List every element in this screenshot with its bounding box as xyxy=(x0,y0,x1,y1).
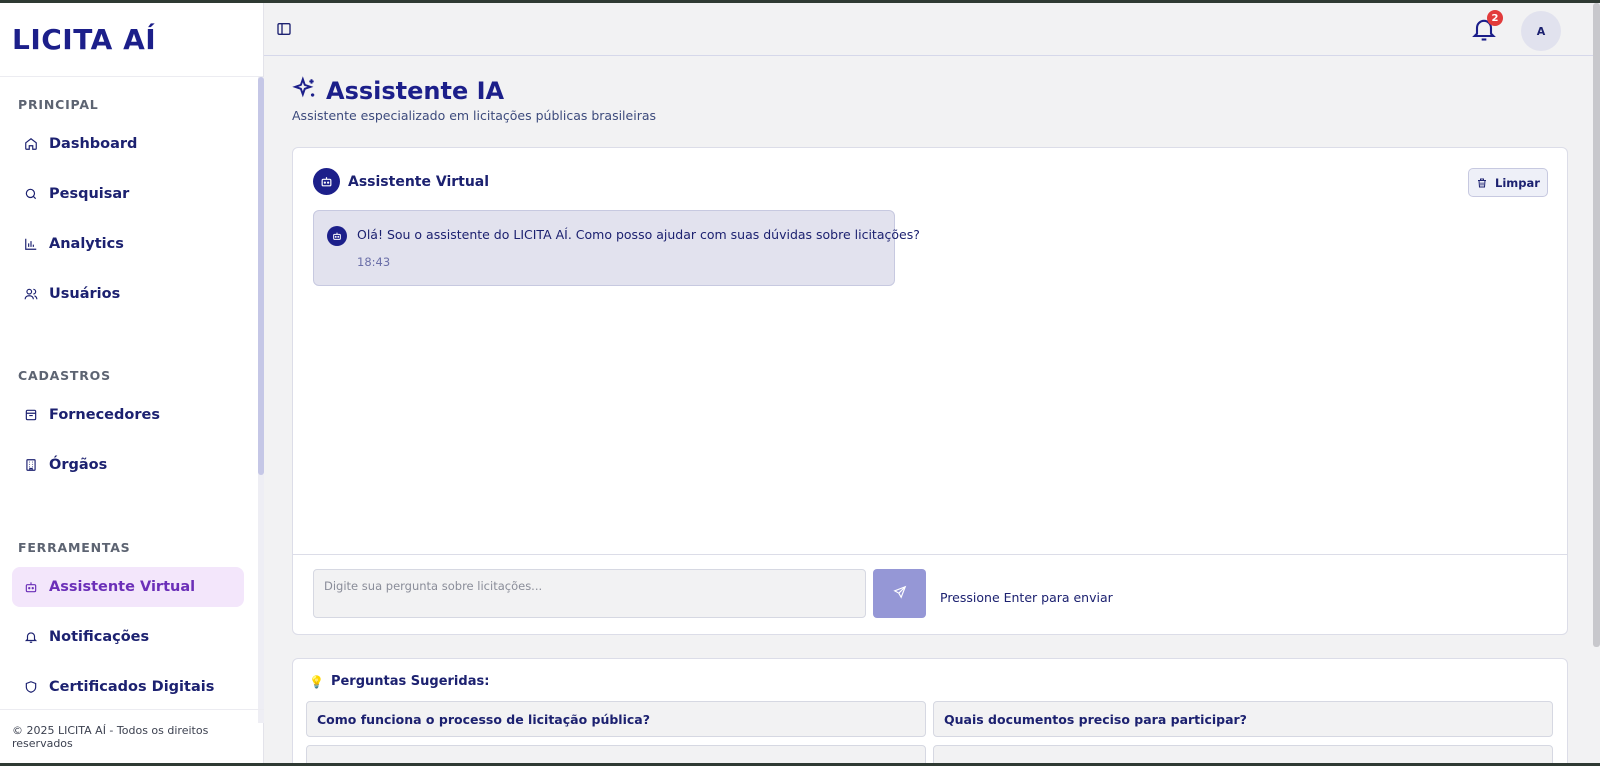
chat-card: Assistente Virtual Limpar Olá! Sou o ass… xyxy=(292,147,1568,635)
sidebar-scrollbar[interactable] xyxy=(258,77,264,475)
sidebar: LICITA AÍ PRINCIPAL Dashboard Pesquisar … xyxy=(0,3,264,763)
sidebar-item-assistente-virtual[interactable]: Assistente Virtual xyxy=(12,567,244,607)
message-time: 18:43 xyxy=(357,255,391,269)
send-hint: Pressione Enter para enviar xyxy=(940,590,1113,605)
sidebar-item-label: Assistente Virtual xyxy=(49,579,196,595)
suggestion-button[interactable] xyxy=(933,745,1553,763)
brand-name: LICITA AÍ xyxy=(12,23,157,56)
message-bot-icon xyxy=(327,226,347,246)
clear-button-label: Limpar xyxy=(1495,175,1540,190)
sparkles-icon xyxy=(292,76,318,106)
suggestion-button[interactable]: Como funciona o processo de licitação pú… xyxy=(306,701,926,737)
users-icon xyxy=(24,287,38,301)
section-title-principal: PRINCIPAL xyxy=(18,97,99,112)
bot-avatar-icon xyxy=(313,168,340,195)
message-text: Olá! Sou o assistente do LICITA AÍ. Como… xyxy=(357,227,920,242)
shield-icon xyxy=(24,680,38,694)
bot-icon xyxy=(24,580,38,594)
sidebar-toggle-icon[interactable] xyxy=(276,21,292,37)
sidebar-item-label: Pesquisar xyxy=(49,186,130,202)
search-icon xyxy=(24,187,38,201)
chat-title: Assistente Virtual xyxy=(348,173,490,190)
sidebar-item-orgaos[interactable]: Órgãos xyxy=(12,445,244,485)
notification-badge: 2 xyxy=(1487,10,1503,26)
clear-chat-button[interactable]: Limpar xyxy=(1468,168,1548,197)
sidebar-item-certificados-digitais[interactable]: Certificados Digitais xyxy=(12,667,244,707)
brand-logo[interactable]: LICITA AÍ xyxy=(0,3,263,77)
page-scrollbar[interactable] xyxy=(1593,3,1600,647)
sidebar-item-label: Órgãos xyxy=(49,457,108,473)
page-title: Assistente IA xyxy=(326,77,505,105)
assistant-message: Olá! Sou o assistente do LICITA AÍ. Como… xyxy=(313,210,920,286)
send-icon xyxy=(892,584,907,603)
chat-header: Assistente Virtual xyxy=(313,168,489,195)
lightbulb-icon: 💡 xyxy=(309,674,324,689)
sidebar-item-dashboard[interactable]: Dashboard xyxy=(12,124,244,164)
section-title-ferramentas: FERRAMENTAS xyxy=(18,540,131,555)
sidebar-item-label: Dashboard xyxy=(49,136,138,152)
sidebar-item-label: Fornecedores xyxy=(49,407,160,423)
top-header: 2 A xyxy=(264,3,1600,56)
suggestion-button[interactable]: Quais documentos preciso para participar… xyxy=(933,701,1553,737)
suggested-questions-card: 💡 Perguntas Sugeridas: Como funciona o p… xyxy=(292,658,1568,763)
sidebar-item-label: Certificados Digitais xyxy=(49,679,215,695)
building-icon xyxy=(24,458,38,472)
package-icon xyxy=(24,408,38,422)
page-subtitle: Assistente especializado em licitações p… xyxy=(292,108,657,123)
app-frame: LICITA AÍ PRINCIPAL Dashboard Pesquisar … xyxy=(0,3,1600,763)
sidebar-item-analytics[interactable]: Analytics xyxy=(12,224,244,264)
sidebar-item-pesquisar[interactable]: Pesquisar xyxy=(12,174,244,214)
sidebar-item-label: Analytics xyxy=(49,236,124,252)
sidebar-item-label: Notificações xyxy=(49,629,150,645)
suggestion-button[interactable] xyxy=(306,745,926,763)
bell-icon xyxy=(24,630,38,644)
suggestions-title: Perguntas Sugeridas: xyxy=(330,674,490,689)
send-button[interactable] xyxy=(873,569,926,618)
sidebar-item-usuarios[interactable]: Usuários xyxy=(12,274,244,314)
home-icon xyxy=(24,137,38,151)
bar-chart-icon xyxy=(24,237,38,251)
sidebar-item-notificacoes[interactable]: Notificações xyxy=(12,617,244,657)
trash-icon xyxy=(1476,177,1488,189)
sidebar-item-label: Usuários xyxy=(49,286,121,302)
suggestions-header: 💡 Perguntas Sugeridas: xyxy=(309,674,489,689)
chat-input[interactable] xyxy=(313,569,866,618)
section-title-cadastros: CADASTROS xyxy=(18,368,111,383)
sidebar-item-fornecedores[interactable]: Fornecedores xyxy=(12,395,244,435)
sidebar-footer: © 2025 LICITA AÍ - Todos os direitos res… xyxy=(0,709,264,763)
divider xyxy=(293,554,1567,555)
page-heading: Assistente IA xyxy=(292,76,504,106)
avatar[interactable]: A xyxy=(1521,11,1561,51)
